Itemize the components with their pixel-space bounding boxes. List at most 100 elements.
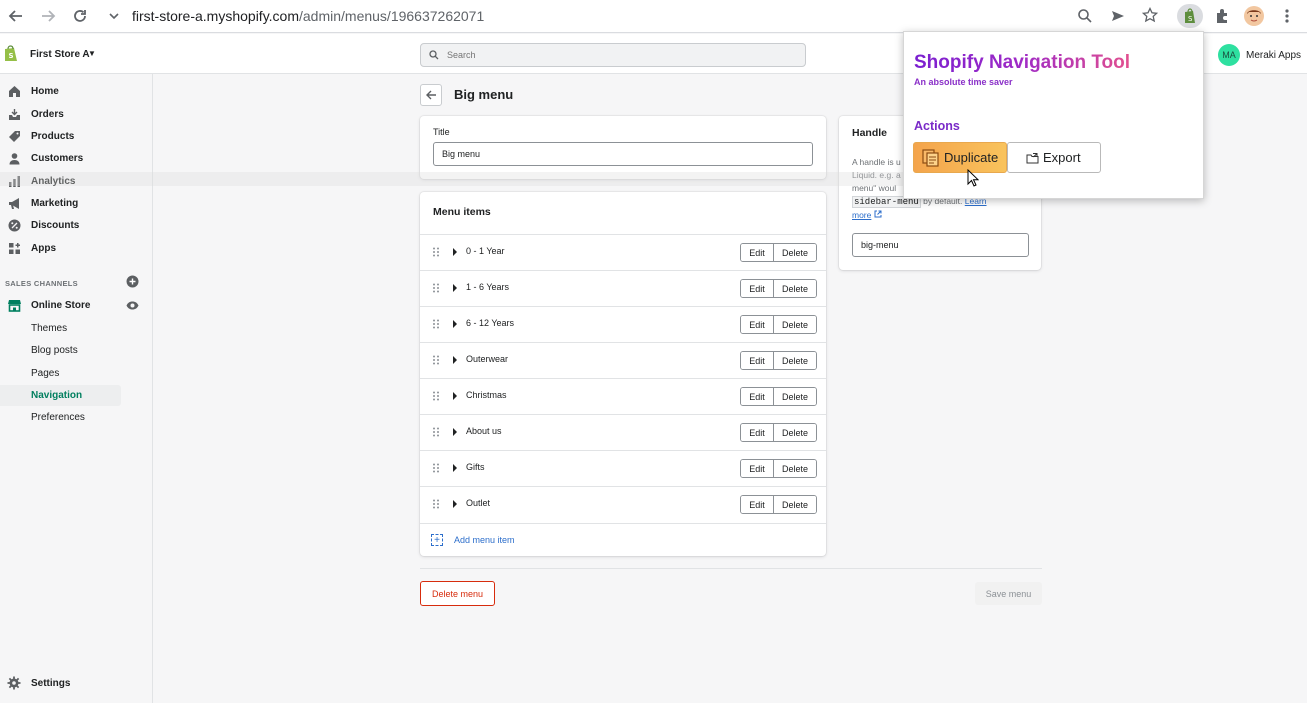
menu-item-row[interactable]: Gifts Edit Delete bbox=[420, 450, 826, 484]
account-menu[interactable]: MA Meraki Apps bbox=[1218, 44, 1301, 66]
edit-button[interactable]: Edit bbox=[741, 244, 774, 261]
edit-button[interactable]: Edit bbox=[741, 316, 774, 333]
item-actions: Edit Delete bbox=[740, 279, 817, 298]
expand-caret-icon[interactable] bbox=[453, 464, 457, 472]
store-icon bbox=[7, 298, 21, 312]
edit-button[interactable]: Edit bbox=[741, 424, 774, 441]
edit-button[interactable]: Edit bbox=[741, 280, 774, 297]
drag-handle-icon[interactable] bbox=[432, 499, 440, 509]
url-text: first-store-a.myshopify.com/admin/menus/… bbox=[124, 8, 484, 24]
reload-icon[interactable] bbox=[65, 1, 95, 31]
edit-button[interactable]: Edit bbox=[741, 352, 774, 369]
browser-toolbar: first-store-a.myshopify.com/admin/menus/… bbox=[0, 0, 1307, 33]
delete-button[interactable]: Delete bbox=[774, 352, 816, 369]
delete-menu-button[interactable]: Delete menu bbox=[420, 581, 495, 606]
sidebar-sub-navigation[interactable]: Navigation bbox=[31, 390, 82, 401]
menu-item-row[interactable]: Outlet Edit Delete bbox=[420, 486, 826, 520]
menu-item-row[interactable]: Christmas Edit Delete bbox=[420, 378, 826, 412]
delete-button[interactable]: Delete bbox=[774, 424, 816, 441]
sidebar-item-home[interactable]: Home bbox=[0, 80, 153, 102]
store-caret-icon[interactable]: ▼ bbox=[88, 49, 96, 58]
handle-input[interactable] bbox=[852, 233, 1029, 257]
delete-button[interactable]: Delete bbox=[774, 244, 816, 261]
sidebar-sub-themes[interactable]: Themes bbox=[31, 323, 67, 334]
drag-handle-icon[interactable] bbox=[432, 427, 440, 437]
sidebar-item-label: Analytics bbox=[31, 175, 76, 187]
add-menu-item-button[interactable]: + Add menu item bbox=[420, 523, 826, 556]
forward-arrow-icon[interactable] bbox=[33, 1, 63, 31]
sidebar-item-products[interactable]: Products bbox=[0, 125, 153, 147]
sidebar-item-label: Discounts bbox=[31, 219, 80, 231]
menu-item-row[interactable]: 6 - 12 Years Edit Delete bbox=[420, 306, 826, 340]
delete-button[interactable]: Delete bbox=[774, 496, 816, 513]
sidebar-item-discounts[interactable]: Discounts bbox=[0, 214, 153, 236]
popup-title: Shopify Navigation Tool bbox=[914, 52, 1131, 73]
add-channel-icon[interactable] bbox=[126, 275, 139, 288]
expand-caret-icon[interactable] bbox=[453, 320, 457, 328]
back-arrow-icon[interactable] bbox=[1, 1, 31, 31]
expand-caret-icon[interactable] bbox=[453, 356, 457, 364]
send-icon[interactable] bbox=[1110, 8, 1126, 24]
bar-chart-icon bbox=[7, 174, 21, 188]
drag-handle-icon[interactable] bbox=[432, 319, 440, 329]
expand-caret-icon[interactable] bbox=[453, 392, 457, 400]
learn-more-link-cont[interactable]: more bbox=[852, 210, 871, 220]
arrow-left-icon bbox=[425, 90, 436, 100]
page-title: Big menu bbox=[454, 87, 514, 102]
back-button[interactable] bbox=[420, 84, 442, 106]
delete-button[interactable]: Delete bbox=[774, 460, 816, 477]
expand-caret-icon[interactable] bbox=[453, 500, 457, 508]
profile-avatar-icon[interactable] bbox=[1242, 4, 1266, 28]
sidebar-sub-blog-posts[interactable]: Blog posts bbox=[31, 345, 78, 356]
expand-caret-icon[interactable] bbox=[453, 428, 457, 436]
delete-button[interactable]: Delete bbox=[774, 388, 816, 405]
menu-item-row[interactable]: Outerwear Edit Delete bbox=[420, 342, 826, 376]
zoom-icon[interactable] bbox=[1077, 8, 1093, 24]
edit-button[interactable]: Edit bbox=[741, 496, 774, 513]
sidebar-item-label: Marketing bbox=[31, 197, 79, 209]
duplicate-button[interactable]: Duplicate bbox=[913, 142, 1007, 173]
sidebar-item-orders[interactable]: Orders bbox=[0, 103, 153, 125]
store-name[interactable]: First Store A bbox=[30, 49, 90, 60]
sidebar-item-customers[interactable]: Customers bbox=[0, 147, 153, 169]
drag-handle-icon[interactable] bbox=[432, 391, 440, 401]
menu-items-heading: Menu items bbox=[433, 206, 491, 218]
sidebar-item-analytics[interactable]: Analytics bbox=[0, 170, 153, 192]
sidebar-sub-pages[interactable]: Pages bbox=[31, 368, 59, 379]
delete-button[interactable]: Delete bbox=[774, 280, 816, 297]
view-store-eye-icon[interactable] bbox=[126, 299, 139, 312]
item-actions: Edit Delete bbox=[740, 315, 817, 334]
expand-caret-icon[interactable] bbox=[453, 248, 457, 256]
title-input[interactable] bbox=[433, 142, 813, 166]
search-icon bbox=[429, 50, 439, 60]
admin-search[interactable] bbox=[420, 43, 806, 67]
drag-handle-icon[interactable] bbox=[432, 283, 440, 293]
edit-button[interactable]: Edit bbox=[741, 388, 774, 405]
edit-button[interactable]: Edit bbox=[741, 460, 774, 477]
address-bar[interactable]: first-store-a.myshopify.com/admin/menus/… bbox=[104, 2, 1174, 30]
menu-item-row[interactable]: About us Edit Delete bbox=[420, 414, 826, 448]
export-button[interactable]: Export bbox=[1007, 142, 1101, 173]
add-menu-item-label: Add menu item bbox=[454, 535, 515, 545]
delete-button[interactable]: Delete bbox=[774, 316, 816, 333]
drag-handle-icon[interactable] bbox=[432, 247, 440, 257]
sidebar-sub-preferences[interactable]: Preferences bbox=[31, 412, 85, 423]
menu-item-row[interactable]: 1 - 6 Years Edit Delete bbox=[420, 270, 826, 304]
apps-icon bbox=[7, 241, 21, 255]
sidebar-item-settings[interactable]: Settings bbox=[31, 678, 70, 689]
extensions-puzzle-icon[interactable] bbox=[1210, 4, 1234, 28]
search-input[interactable] bbox=[439, 50, 779, 60]
drag-handle-icon[interactable] bbox=[432, 355, 440, 365]
menu-items-card: Menu items 0 - 1 Year Edit Delete 1 - 6 … bbox=[420, 192, 826, 556]
expand-caret-icon[interactable] bbox=[453, 284, 457, 292]
sidebar-item-apps[interactable]: Apps bbox=[0, 237, 153, 259]
site-info-icon[interactable] bbox=[104, 10, 124, 22]
save-menu-button[interactable]: Save menu bbox=[975, 582, 1042, 605]
sidebar-item-marketing[interactable]: Marketing bbox=[0, 192, 153, 214]
admin-sidebar: Home Orders Products Customers Analytics… bbox=[0, 74, 153, 703]
drag-handle-icon[interactable] bbox=[432, 463, 440, 473]
bookmark-star-icon[interactable] bbox=[1141, 6, 1159, 23]
menu-item-row[interactable]: 0 - 1 Year Edit Delete bbox=[420, 234, 826, 268]
browser-menu-icon[interactable] bbox=[1277, 4, 1297, 28]
shopify-extension-icon[interactable]: S bbox=[1177, 4, 1203, 28]
